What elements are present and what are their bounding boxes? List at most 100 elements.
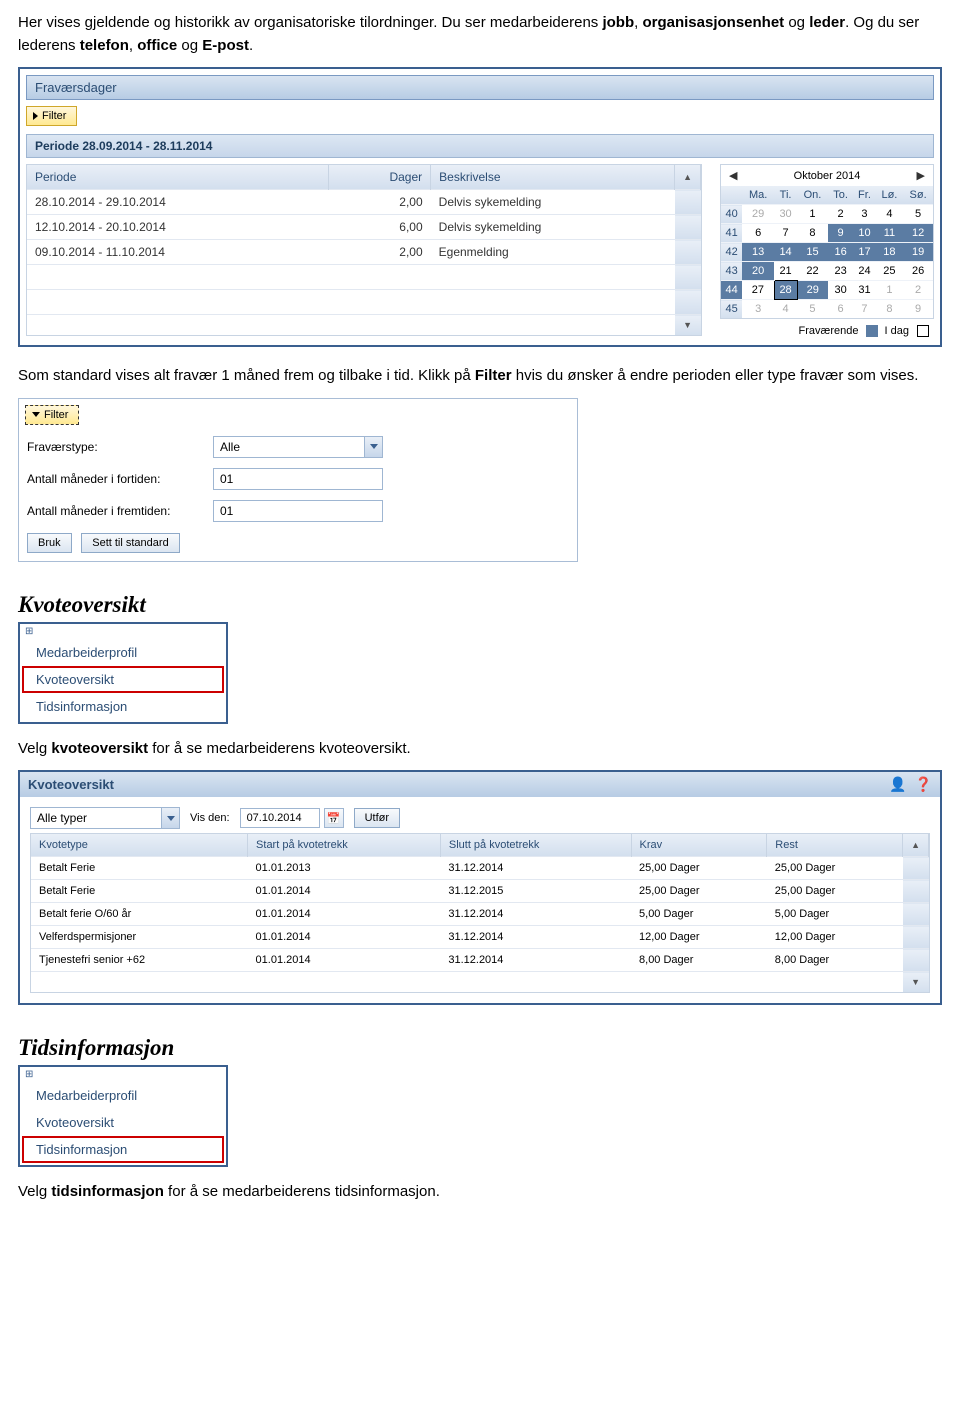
cal-day[interactable]: 22	[797, 262, 828, 281]
cal-day[interactable]: 9	[828, 224, 853, 243]
menu-item-profile[interactable]: Medarbeiderprofil	[22, 1082, 224, 1109]
menu-item-tids[interactable]: Tidsinformasjon	[22, 693, 224, 720]
col-days[interactable]: Dager	[329, 165, 431, 190]
cal-day[interactable]: 4	[876, 205, 904, 224]
filter-type-input[interactable]	[214, 438, 364, 456]
cal-day[interactable]: 29	[797, 281, 828, 300]
cal-day[interactable]: 1	[797, 205, 828, 224]
col-rest[interactable]: Rest	[767, 834, 903, 857]
cal-day[interactable]: 4	[774, 300, 797, 319]
calendar-icon[interactable]: 📅	[324, 808, 344, 828]
cal-day[interactable]: 26	[903, 262, 933, 281]
filter-type-label: Fraværstype:	[27, 440, 213, 454]
cal-day[interactable]: 8	[797, 224, 828, 243]
col-kvotetype[interactable]: Kvotetype	[31, 834, 248, 857]
scroll-down-icon[interactable]: ▼	[683, 320, 693, 330]
dropdown-icon[interactable]	[161, 808, 179, 828]
cal-day[interactable]: 28	[774, 281, 797, 300]
reset-button[interactable]: Sett til standard	[81, 533, 179, 553]
cal-day[interactable]: 3	[853, 205, 875, 224]
col-start[interactable]: Start på kvotetrekk	[248, 834, 441, 857]
filter-help-text: Som standard vises alt fravær 1 måned fr…	[18, 365, 942, 388]
cal-day[interactable]: 19	[903, 243, 933, 262]
menu-item-profile[interactable]: Medarbeiderprofil	[22, 639, 224, 666]
cal-day[interactable]: 6	[742, 224, 774, 243]
dropdown-icon[interactable]	[364, 437, 382, 457]
cal-day[interactable]: 23	[828, 262, 853, 281]
cal-day[interactable]: 21	[774, 262, 797, 281]
filter-toggle-button[interactable]: Filter	[26, 106, 77, 126]
scroll-up-icon[interactable]: ▲	[683, 172, 692, 182]
filter-panel: Filter Fraværstype: Antall måneder i for…	[18, 398, 578, 562]
personalize-icon[interactable]: 👤	[889, 776, 906, 793]
legend-today-swatch	[917, 325, 929, 337]
filter-past-label: Antall måneder i fortiden:	[27, 472, 213, 486]
menu-item-kvote[interactable]: Kvoteoversikt	[22, 666, 224, 693]
table-row: Betalt ferie O/60 år01.01.201431.12.2014…	[31, 903, 929, 926]
cal-day[interactable]: 16	[828, 243, 853, 262]
cal-day[interactable]: 15	[797, 243, 828, 262]
cal-day[interactable]: 10	[853, 224, 875, 243]
col-end[interactable]: Slutt på kvotetrekk	[440, 834, 631, 857]
kvote-menu: ⊞ Medarbeiderprofil Kvoteoversikt Tidsin…	[18, 622, 228, 724]
tids-menu: ⊞ Medarbeiderprofil Kvoteoversikt Tidsin…	[18, 1065, 228, 1167]
vis-date-input[interactable]	[240, 808, 320, 828]
cal-day[interactable]: 11	[876, 224, 904, 243]
col-period[interactable]: Periode	[27, 165, 329, 190]
triangle-down-icon	[32, 412, 40, 417]
menu-expand-icon[interactable]: ⊞	[22, 626, 224, 639]
cal-next-icon[interactable]: ▶	[917, 169, 925, 182]
cal-day[interactable]: 17	[853, 243, 875, 262]
cal-week: 453456789	[721, 300, 933, 319]
period-header: Periode 28.09.2014 - 28.11.2014	[26, 134, 934, 158]
cal-day[interactable]: 5	[797, 300, 828, 319]
cal-day[interactable]: 2	[903, 281, 933, 300]
cal-day[interactable]: 27	[742, 281, 774, 300]
execute-button[interactable]: Utfør	[354, 808, 400, 828]
cal-day[interactable]: 20	[742, 262, 774, 281]
tids-heading: Tidsinformasjon	[18, 1035, 942, 1061]
menu-item-kvote[interactable]: Kvoteoversikt	[22, 1109, 224, 1136]
col-krav[interactable]: Krav	[631, 834, 767, 857]
cal-day[interactable]: 30	[828, 281, 853, 300]
cal-day[interactable]: 31	[853, 281, 875, 300]
kvote-panel: Kvoteoversikt 👤 ❓ Vis den: 📅 Utfør Kvote…	[18, 770, 942, 1005]
cal-day[interactable]: 30	[774, 205, 797, 224]
cal-month: Oktober 2014	[794, 170, 861, 182]
scroll-up-icon[interactable]: ▲	[911, 840, 920, 850]
table-row: Betalt Ferie01.01.201331.12.201425,00 Da…	[31, 857, 929, 880]
cal-day[interactable]: 3	[742, 300, 774, 319]
cal-prev-icon[interactable]: ◀	[729, 169, 737, 182]
cal-day[interactable]: 13	[742, 243, 774, 262]
cal-day[interactable]: 12	[903, 224, 933, 243]
cal-day[interactable]: 6	[828, 300, 853, 319]
cal-day[interactable]: 18	[876, 243, 904, 262]
col-desc[interactable]: Beskrivelse	[431, 165, 675, 190]
cal-week: 40293012345	[721, 205, 933, 224]
cal-day[interactable]: 5	[903, 205, 933, 224]
calendar-legend: Fraværende I dag	[720, 319, 934, 339]
help-icon[interactable]: ❓	[915, 776, 932, 793]
filter-type-combo[interactable]	[213, 436, 383, 458]
filter-toggle-open[interactable]: Filter	[25, 405, 79, 425]
cal-day[interactable]: 24	[853, 262, 875, 281]
cal-day[interactable]: 7	[774, 224, 797, 243]
kvote-type-combo[interactable]	[30, 807, 180, 829]
cal-day[interactable]: 7	[853, 300, 875, 319]
vis-den-label: Vis den:	[190, 812, 230, 824]
scroll-down-icon[interactable]: ▼	[911, 977, 921, 987]
kvote-type-input[interactable]	[31, 809, 161, 827]
filter-future-input[interactable]	[213, 500, 383, 522]
cal-day[interactable]: 14	[774, 243, 797, 262]
menu-expand-icon[interactable]: ⊞	[22, 1069, 224, 1082]
cal-day[interactable]: 2	[828, 205, 853, 224]
cal-day[interactable]: 8	[876, 300, 904, 319]
cal-day[interactable]: 9	[903, 300, 933, 319]
filter-past-input[interactable]	[213, 468, 383, 490]
cal-day[interactable]: 25	[876, 262, 904, 281]
apply-button[interactable]: Bruk	[27, 533, 72, 553]
cal-day[interactable]: 1	[876, 281, 904, 300]
cal-day[interactable]: 29	[742, 205, 774, 224]
menu-item-tids[interactable]: Tidsinformasjon	[22, 1136, 224, 1163]
cal-week: 4320212223242526	[721, 262, 933, 281]
